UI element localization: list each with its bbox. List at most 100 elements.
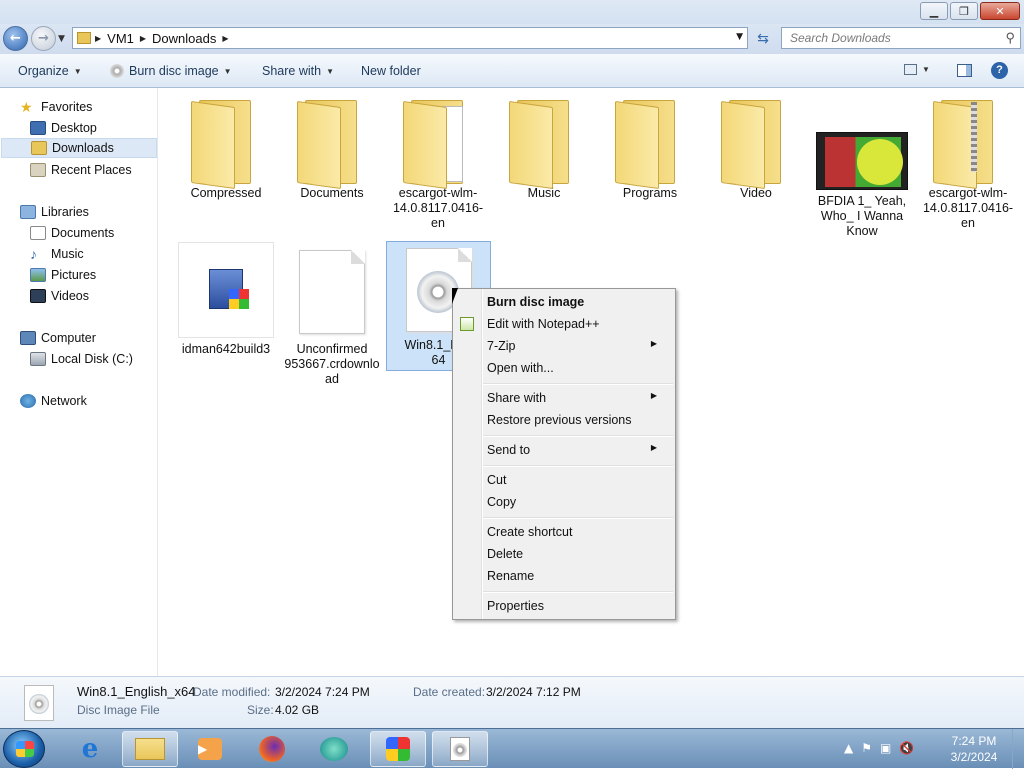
taskbar: e ▶ ▲ ⚑ ▣ 🔇 7:24 PM 3/2/2024 [0,728,1024,769]
menu-open-with[interactable]: Open with... [487,361,554,375]
nav-documents[interactable]: Documents [30,223,114,243]
address-bar[interactable]: ▶ VM1 ▶ Downloads ▶ ▼ [72,27,748,49]
star-icon: ★ [20,99,33,115]
media-player-icon: ▶ [198,738,222,760]
taskbar-firefox[interactable] [244,731,300,767]
mouse-cursor-icon [452,288,458,304]
taskbar-disc-image[interactable] [432,731,488,767]
menu-share-with[interactable]: Share with ▶ [487,391,667,405]
recent-pages-dropdown[interactable]: ▼ [58,34,65,44]
minimize-button[interactable]: ▁ [920,2,948,20]
menu-copy[interactable]: Copy [487,495,516,509]
folder-icon [615,94,685,190]
details-size-label: Size: [247,703,274,717]
change-view-button[interactable]: ▼ [904,64,930,75]
menu-rename[interactable]: Rename [487,569,534,583]
file-name: Video [740,186,772,200]
show-desktop-button[interactable] [1012,729,1024,769]
file-item-bfdia-video[interactable]: BFDIA 1_ Yeah, Who_ I Wanna Know [812,94,912,239]
nav-libraries[interactable]: Libraries [20,202,89,222]
nav-desktop[interactable]: Desktop [30,118,97,138]
nav-pictures[interactable]: Pictures [30,265,96,285]
start-button[interactable] [3,730,45,768]
music-note-icon: ♪ [30,246,37,262]
address-dropdown-icon[interactable]: ▼ [736,32,743,42]
file-item-compressed[interactable]: Compressed [176,94,276,201]
disc-icon [110,64,124,78]
taskbar-internet-explorer[interactable]: e [62,731,118,767]
network-icon [20,394,36,408]
file-item-music[interactable]: Music [494,94,594,201]
action-center-flag-icon[interactable]: ⚑ [861,741,872,755]
file-item-idman[interactable]: idman642build3 [176,242,276,357]
search-placeholder: Search Downloads [790,31,891,45]
file-item-escargot-zip[interactable]: escargot-wlm-14.0.8117.0416-en [918,94,1018,231]
folder-icon [135,738,165,760]
taskbar-installer[interactable] [370,731,426,767]
preview-pane-icon [957,64,972,77]
menu-properties[interactable]: Properties [487,599,544,613]
nav-videos[interactable]: Videos [30,286,89,306]
nav-label: Pictures [51,268,97,282]
menu-7zip[interactable]: 7-Zip ▶ [487,339,667,353]
search-icon[interactable]: ⚲ [1005,30,1015,46]
taskbar-media-player[interactable]: ▶ [182,731,238,767]
nav-network[interactable]: Network [20,391,87,411]
organize-button[interactable]: Organize ▼ [18,64,82,78]
file-name: Compressed [190,186,262,200]
menu-cut[interactable]: Cut [487,473,506,487]
volume-muted-icon[interactable]: 🔇 [899,741,914,755]
menu-separator [483,517,673,519]
preview-pane-button[interactable] [957,64,972,77]
breadcrumb-downloads[interactable]: Downloads [152,31,216,46]
share-with-button[interactable]: Share with ▼ [262,64,334,78]
internet-explorer-icon: e [81,734,99,764]
file-item-unconfirmed[interactable]: Unconfirmed 953667.crdownload [282,242,382,387]
menu-burn-disc-image[interactable]: Burn disc image [487,295,584,309]
menu-send-to[interactable]: Send to ▶ [487,443,667,457]
nav-computer[interactable]: Computer [20,328,96,348]
nav-music[interactable]: ♪ Music [30,244,84,264]
breadcrumb-separator-icon[interactable]: ▶ [95,34,101,43]
breadcrumb-separator-icon[interactable]: ▶ [222,34,228,43]
burn-disc-image-button[interactable]: Burn disc image ▼ [110,64,232,78]
file-item-escargot-folder[interactable]: escargot-wlm-14.0.8117.0416-en [388,94,488,231]
file-item-documents[interactable]: Documents [282,94,382,201]
breadcrumb-separator-icon[interactable]: ▶ [140,34,146,43]
taskbar-windows-explorer[interactable] [122,731,178,767]
submenu-arrow-icon: ▶ [650,443,657,452]
menu-delete[interactable]: Delete [487,547,523,561]
taskbar-chat-app[interactable] [306,731,362,767]
nav-local-disk[interactable]: Local Disk (C:) [30,349,133,369]
search-input[interactable]: Search Downloads ⚲ [781,27,1021,49]
installer-icon [386,737,410,761]
refresh-icon[interactable]: ⇆ [752,28,774,50]
file-name: Programs [622,186,678,200]
nav-recent-places[interactable]: Recent Places [30,160,132,180]
maximize-button[interactable]: ❐ [950,2,978,20]
breadcrumb-vm1[interactable]: VM1 [107,31,134,46]
folder-icon [191,94,261,190]
close-button[interactable]: ✕ [980,2,1020,20]
details-pane: Win8.1_English_x64 Date modified: 3/2/20… [0,676,1024,728]
file-item-programs[interactable]: Programs [600,94,700,201]
nav-favorites[interactable]: ★ Favorites [20,97,92,117]
nav-downloads[interactable]: Downloads [1,138,157,158]
help-button[interactable]: ? [991,62,1008,79]
title-bar: ▁ ❐ ✕ [0,0,1024,24]
menu-restore-versions[interactable]: Restore previous versions [487,413,632,427]
nav-label: Documents [51,226,115,240]
forward-button[interactable]: → [31,26,56,51]
system-clock[interactable]: 7:24 PM 3/2/2024 [946,733,1002,765]
show-hidden-icons-icon[interactable]: ▲ [844,741,853,755]
details-modified-label: Date modified: [193,685,271,699]
network-icon[interactable]: ▣ [880,741,891,755]
menu-create-shortcut[interactable]: Create shortcut [487,525,572,539]
details-modified-value: 3/2/2024 7:24 PM [275,685,370,699]
back-button[interactable]: ← [3,26,28,51]
file-name: BFDIA 1_ Yeah, Who_ I Wanna Know [817,194,907,238]
menu-edit-notepad[interactable]: Edit with Notepad++ [487,317,600,331]
file-item-video[interactable]: Video [706,94,806,201]
folder-with-documents-icon [403,94,473,190]
new-folder-button[interactable]: New folder [361,64,421,78]
